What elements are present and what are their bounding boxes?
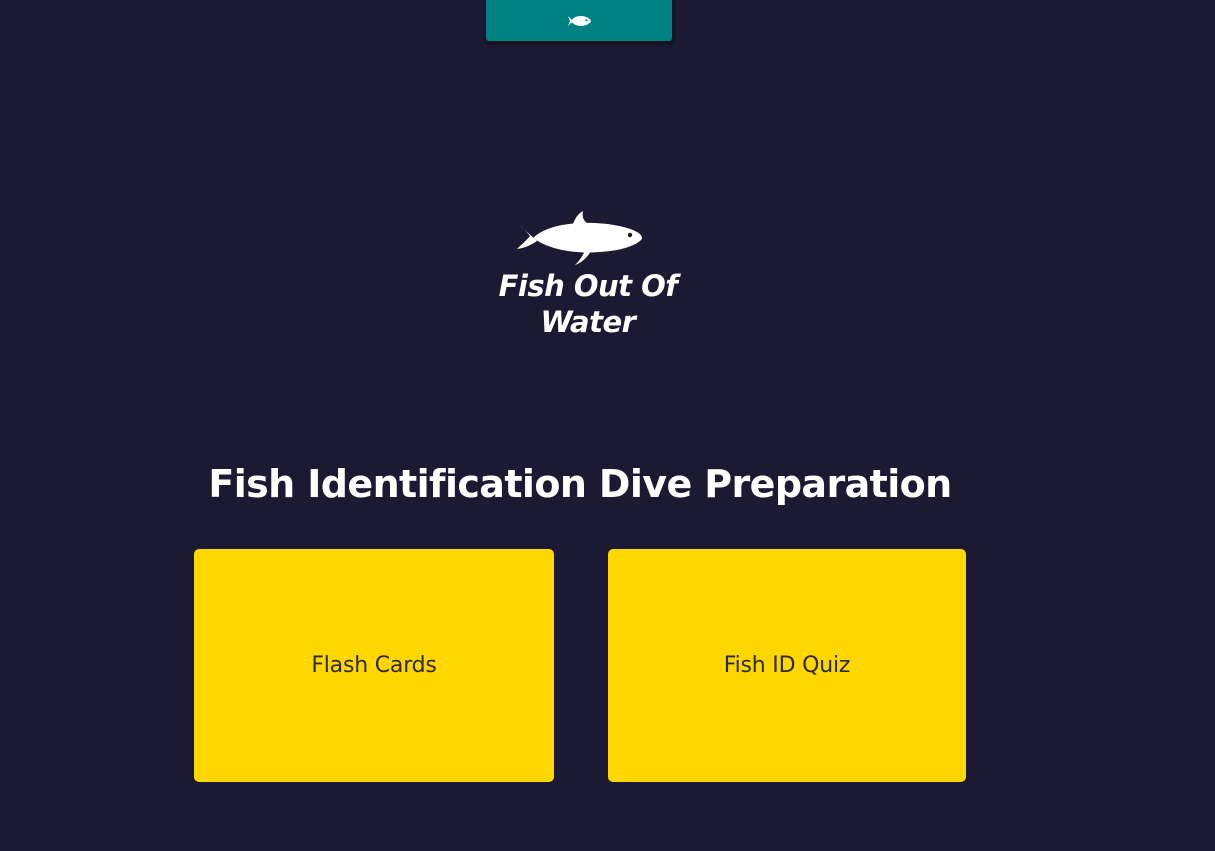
logo-line-1: Fish Out Of bbox=[498, 269, 678, 303]
top-menu-tab[interactable] bbox=[485, 0, 673, 42]
logo-text: Fish Out Of Water bbox=[490, 268, 686, 340]
fish-id-quiz-label: Fish ID Quiz bbox=[723, 653, 851, 678]
fish-icon bbox=[568, 15, 591, 26]
logo-line-2: Water bbox=[540, 305, 636, 339]
flash-cards-button[interactable]: Flash Cards bbox=[194, 549, 554, 782]
fish-logo-icon bbox=[517, 211, 642, 265]
fish-id-quiz-button[interactable]: Fish ID Quiz bbox=[608, 549, 966, 782]
page: Fish Out Of Water Fish Identification Di… bbox=[0, 0, 1215, 851]
flash-cards-label: Flash Cards bbox=[311, 653, 437, 678]
page-title: Fish Identification Dive Preparation bbox=[208, 462, 952, 506]
logo[interactable]: Fish Out Of Water bbox=[490, 205, 690, 350]
